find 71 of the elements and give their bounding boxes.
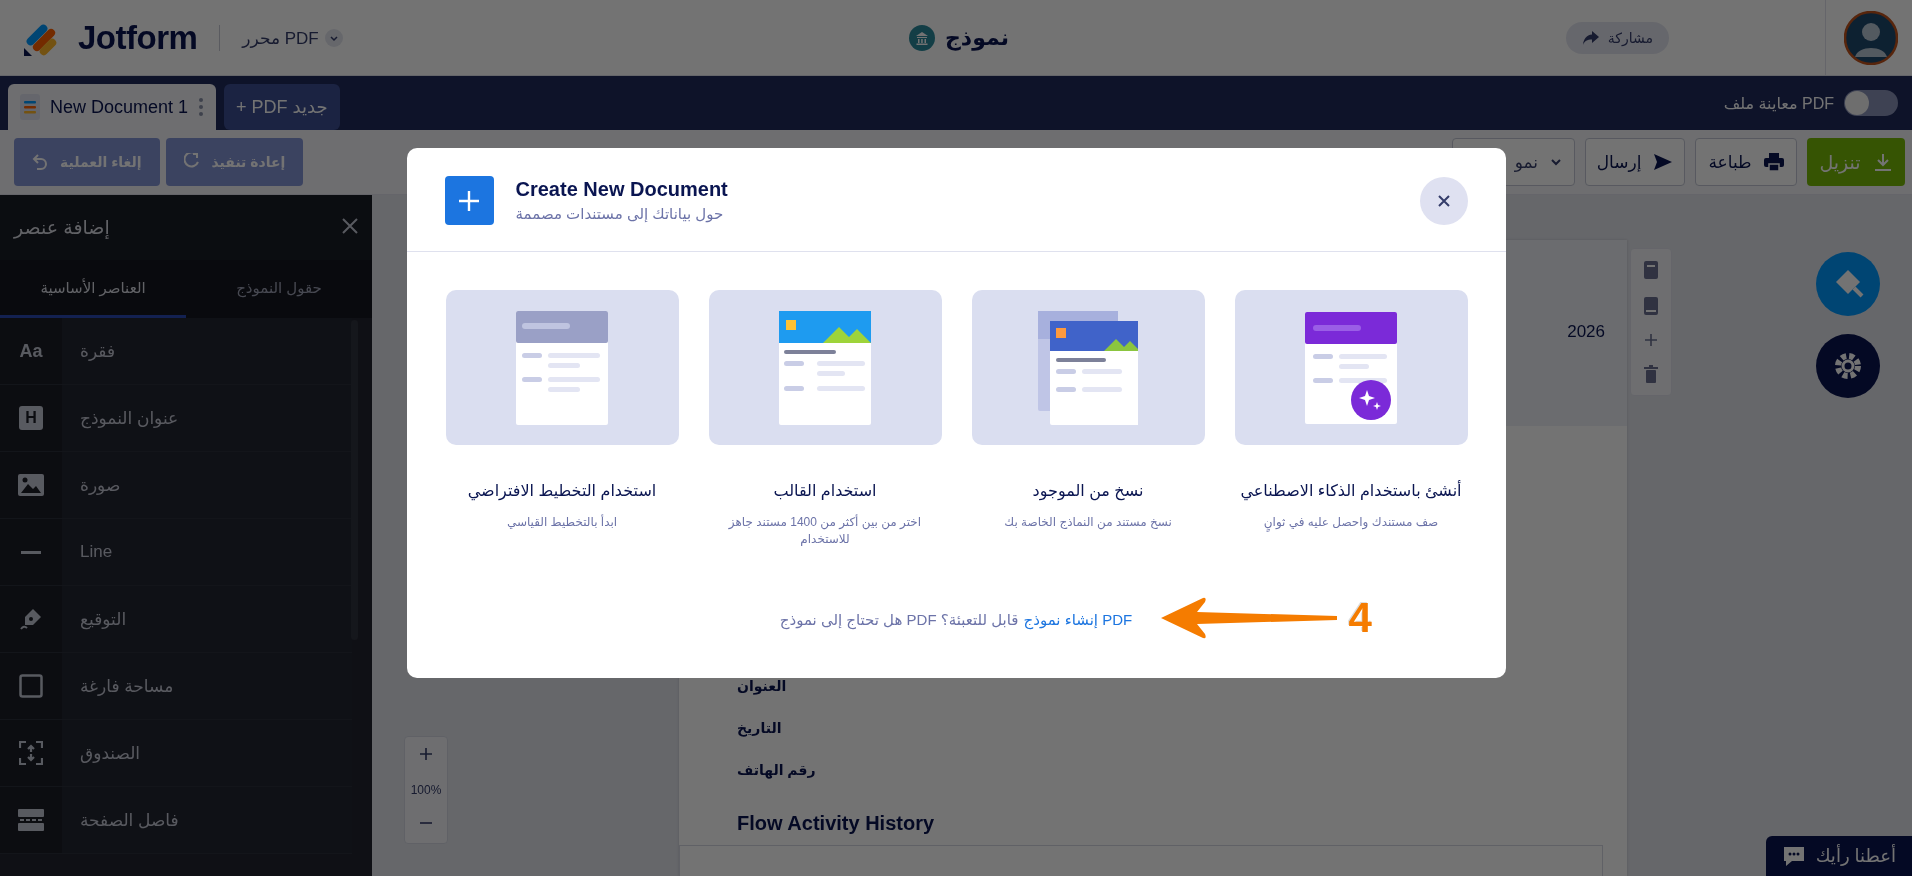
zoom-level: 100% — [410, 783, 442, 797]
share-button[interactable]: مشاركة — [1565, 22, 1669, 54]
panel-tab[interactable]: حقول النموذج — [186, 260, 372, 318]
section-title: Flow Activity History — [737, 812, 936, 836]
field-label: رقم الهاتف — [737, 762, 817, 779]
undo-icon — [32, 153, 48, 171]
download-icon — [1872, 152, 1893, 172]
option-description: ابدأ بالتخطيط القياسي — [506, 514, 618, 531]
option-card[interactable] — [708, 290, 942, 445]
download-button[interactable]: تنزيل — [1807, 138, 1905, 186]
heading-icon: H — [19, 406, 43, 430]
plus-icon — [419, 747, 433, 761]
toggle-label: معاينة ملف PDF — [1723, 93, 1834, 113]
element-item[interactable]: الصندوق — [0, 720, 352, 787]
element-item[interactable]: مساحة فارغة — [0, 653, 352, 720]
image-icon — [18, 474, 44, 496]
option-title: استخدام القالب — [773, 481, 877, 500]
element-item[interactable]: Line — [0, 519, 352, 586]
printer-icon — [1763, 153, 1784, 171]
panel-title: إضافة عنصر — [14, 216, 110, 239]
more-options-icon[interactable] — [198, 97, 205, 117]
pen-nib-icon — [19, 607, 43, 631]
page-break-icon — [18, 809, 44, 831]
logo-text: Jotform — [78, 19, 198, 57]
option-card[interactable] — [971, 290, 1205, 445]
plus-icon — [458, 189, 480, 212]
chevron-down-icon — [328, 33, 339, 43]
send-icon — [1653, 153, 1674, 171]
paint-roller-icon[interactable] — [1816, 252, 1880, 316]
fillable-form-prompt: هل تحتاج إلى نموذج PDF قابل للتعبئة؟ إنشاء نموذج PDF — [779, 610, 1133, 629]
feedback-button[interactable]: أعطنا رأيك — [1765, 836, 1912, 876]
print-button[interactable]: طباعة — [1695, 138, 1797, 186]
dialog-subtitle: حول بياناتك إلى مستندات مصممة — [515, 205, 725, 223]
avatar-icon[interactable] — [1844, 11, 1898, 65]
option-description: صف مستندك واحصل عليه في ثوانٍ — [1263, 514, 1439, 532]
chat-bubble-icon — [1781, 845, 1806, 867]
close-icon — [342, 218, 358, 234]
create-form-link[interactable]: إنشاء نموذج PDF — [1023, 610, 1133, 629]
building-icon — [909, 25, 935, 51]
date-text: 2026 — [1567, 322, 1605, 343]
settings-icon[interactable] — [1816, 334, 1880, 398]
option-title: أنشئ باستخدام الذكاء الاصطناعي — [1240, 481, 1462, 500]
element-item[interactable]: فاصل الصفحة — [0, 787, 352, 854]
document-icon[interactable] — [1644, 261, 1658, 279]
close-icon — [1436, 193, 1451, 208]
document-tab[interactable]: + PDF جديد — [224, 84, 340, 130]
dialog-title: Create New Document — [515, 178, 729, 201]
chevron-down-icon — [1550, 156, 1562, 168]
element-item[interactable]: صورة — [0, 452, 352, 519]
text-icon: Aa — [19, 340, 43, 362]
line-icon — [21, 550, 41, 554]
document-tab[interactable]: New Document 1 — [8, 84, 217, 130]
option-description: نسخ مستند من النماذج الخاصة بك — [1004, 514, 1172, 532]
send-button[interactable]: إرسال — [1585, 138, 1685, 186]
field-label: التاريخ — [737, 720, 783, 737]
trash-icon[interactable] — [1644, 365, 1658, 383]
app-menu[interactable]: محرر PDF — [242, 27, 343, 49]
element-item[interactable]: التوقيع — [0, 586, 352, 653]
share-arrow-icon — [1581, 30, 1600, 46]
option-title: استخدام التخطيط الافتراضي — [467, 481, 657, 500]
option-card[interactable] — [1234, 290, 1468, 445]
preview-toggle[interactable] — [1844, 90, 1898, 116]
square-icon — [19, 674, 43, 698]
option-title: نسخ من الموجود — [1032, 481, 1144, 500]
document-title: نموذج — [945, 25, 1009, 51]
option-description: اختر من بين أكثر من 1400 مستند جاهز للاستخدام — [727, 514, 923, 549]
step-number: 4 — [1348, 594, 1372, 642]
expand-box-icon — [19, 741, 43, 765]
field-label: العنوان — [737, 678, 788, 695]
add-icon[interactable] — [1644, 333, 1658, 347]
document-icon — [20, 94, 40, 120]
